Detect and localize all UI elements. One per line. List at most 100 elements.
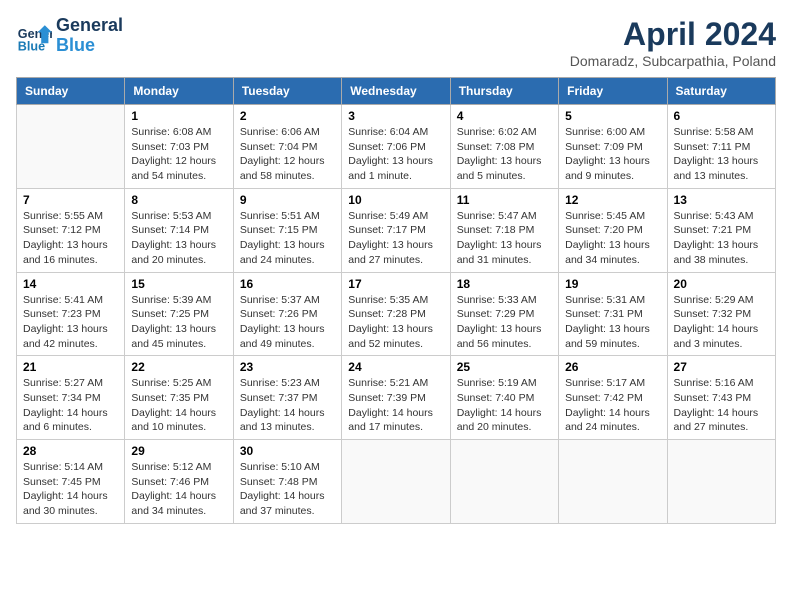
day-number: 13	[674, 193, 769, 207]
day-info: Sunrise: 6:08 AMSunset: 7:03 PMDaylight:…	[131, 125, 226, 184]
day-number: 2	[240, 109, 335, 123]
day-info: Sunrise: 5:19 AMSunset: 7:40 PMDaylight:…	[457, 376, 552, 435]
day-number: 10	[348, 193, 443, 207]
calendar-week-row: 21 Sunrise: 5:27 AMSunset: 7:34 PMDayligh…	[17, 356, 776, 440]
calendar-cell: 29 Sunrise: 5:12 AMSunset: 7:46 PMDayligh…	[125, 440, 233, 524]
day-info: Sunrise: 5:43 AMSunset: 7:21 PMDaylight:…	[674, 209, 769, 268]
calendar-cell: 18 Sunrise: 5:33 AMSunset: 7:29 PMDayligh…	[450, 272, 558, 356]
day-info: Sunrise: 6:04 AMSunset: 7:06 PMDaylight:…	[348, 125, 443, 184]
day-number: 30	[240, 444, 335, 458]
day-info: Sunrise: 5:58 AMSunset: 7:11 PMDaylight:…	[674, 125, 769, 184]
logo-text: General Blue	[56, 16, 123, 56]
svg-text:Blue: Blue	[18, 39, 45, 53]
calendar-cell: 26 Sunrise: 5:17 AMSunset: 7:42 PMDayligh…	[559, 356, 667, 440]
calendar-cell: 21 Sunrise: 5:27 AMSunset: 7:34 PMDayligh…	[17, 356, 125, 440]
day-info: Sunrise: 5:45 AMSunset: 7:20 PMDaylight:…	[565, 209, 660, 268]
page-header: General Blue General Blue April 2024 Dom…	[16, 16, 776, 69]
day-number: 4	[457, 109, 552, 123]
day-info: Sunrise: 6:02 AMSunset: 7:08 PMDaylight:…	[457, 125, 552, 184]
day-number: 9	[240, 193, 335, 207]
calendar-cell	[342, 440, 450, 524]
day-info: Sunrise: 5:37 AMSunset: 7:26 PMDaylight:…	[240, 293, 335, 352]
day-info: Sunrise: 5:55 AMSunset: 7:12 PMDaylight:…	[23, 209, 118, 268]
calendar-cell	[667, 440, 775, 524]
day-number: 26	[565, 360, 660, 374]
calendar-cell: 3 Sunrise: 6:04 AMSunset: 7:06 PMDaylight…	[342, 105, 450, 189]
weekday-header-tuesday: Tuesday	[233, 78, 341, 105]
logo: General Blue General Blue	[16, 16, 123, 56]
month-title: April 2024	[570, 16, 776, 53]
calendar-cell: 10Sunrise: 5:49 AMSunset: 7:17 PMDayligh…	[342, 188, 450, 272]
day-number: 21	[23, 360, 118, 374]
day-number: 28	[23, 444, 118, 458]
day-number: 20	[674, 277, 769, 291]
day-number: 27	[674, 360, 769, 374]
calendar-cell	[450, 440, 558, 524]
day-info: Sunrise: 5:33 AMSunset: 7:29 PMDaylight:…	[457, 293, 552, 352]
weekday-header-friday: Friday	[559, 78, 667, 105]
logo-icon: General Blue	[16, 18, 52, 54]
day-number: 29	[131, 444, 226, 458]
day-number: 16	[240, 277, 335, 291]
calendar-cell: 2 Sunrise: 6:06 AMSunset: 7:04 PMDaylight…	[233, 105, 341, 189]
day-number: 11	[457, 193, 552, 207]
calendar-cell: 4 Sunrise: 6:02 AMSunset: 7:08 PMDaylight…	[450, 105, 558, 189]
calendar-week-row: 7 Sunrise: 5:55 AMSunset: 7:12 PMDaylight…	[17, 188, 776, 272]
day-info: Sunrise: 6:06 AMSunset: 7:04 PMDaylight:…	[240, 125, 335, 184]
day-info: Sunrise: 5:16 AMSunset: 7:43 PMDaylight:…	[674, 376, 769, 435]
day-number: 19	[565, 277, 660, 291]
day-info: Sunrise: 5:31 AMSunset: 7:31 PMDaylight:…	[565, 293, 660, 352]
day-info: Sunrise: 5:12 AMSunset: 7:46 PMDaylight:…	[131, 460, 226, 519]
weekday-header-row: SundayMondayTuesdayWednesdayThursdayFrid…	[17, 78, 776, 105]
weekday-header-monday: Monday	[125, 78, 233, 105]
day-info: Sunrise: 5:53 AMSunset: 7:14 PMDaylight:…	[131, 209, 226, 268]
day-number: 7	[23, 193, 118, 207]
day-number: 18	[457, 277, 552, 291]
calendar-cell: 25Sunrise: 5:19 AMSunset: 7:40 PMDayligh…	[450, 356, 558, 440]
calendar-cell: 14Sunrise: 5:41 AMSunset: 7:23 PMDayligh…	[17, 272, 125, 356]
day-info: Sunrise: 5:35 AMSunset: 7:28 PMDaylight:…	[348, 293, 443, 352]
day-info: Sunrise: 5:47 AMSunset: 7:18 PMDaylight:…	[457, 209, 552, 268]
day-number: 17	[348, 277, 443, 291]
calendar-cell: 15 Sunrise: 5:39 AMSunset: 7:25 PMDayligh…	[125, 272, 233, 356]
calendar-cell: 30 Sunrise: 5:10 AMSunset: 7:48 PMDayligh…	[233, 440, 341, 524]
day-info: Sunrise: 5:51 AMSunset: 7:15 PMDaylight:…	[240, 209, 335, 268]
calendar-week-row: 1Sunrise: 6:08 AMSunset: 7:03 PMDaylight…	[17, 105, 776, 189]
calendar-cell	[559, 440, 667, 524]
calendar-cell: 23Sunrise: 5:23 AMSunset: 7:37 PMDayligh…	[233, 356, 341, 440]
calendar-table: SundayMondayTuesdayWednesdayThursdayFrid…	[16, 77, 776, 524]
calendar-cell	[17, 105, 125, 189]
day-info: Sunrise: 5:17 AMSunset: 7:42 PMDaylight:…	[565, 376, 660, 435]
day-number: 12	[565, 193, 660, 207]
day-info: Sunrise: 6:00 AMSunset: 7:09 PMDaylight:…	[565, 125, 660, 184]
day-info: Sunrise: 5:21 AMSunset: 7:39 PMDaylight:…	[348, 376, 443, 435]
calendar-cell: 19 Sunrise: 5:31 AMSunset: 7:31 PMDayligh…	[559, 272, 667, 356]
day-number: 22	[131, 360, 226, 374]
weekday-header-saturday: Saturday	[667, 78, 775, 105]
day-info: Sunrise: 5:25 AMSunset: 7:35 PMDaylight:…	[131, 376, 226, 435]
calendar-cell: 20Sunrise: 5:29 AMSunset: 7:32 PMDayligh…	[667, 272, 775, 356]
calendar-cell: 6 Sunrise: 5:58 AMSunset: 7:11 PMDaylight…	[667, 105, 775, 189]
calendar-cell: 1Sunrise: 6:08 AMSunset: 7:03 PMDaylight…	[125, 105, 233, 189]
weekday-header-sunday: Sunday	[17, 78, 125, 105]
calendar-cell: 22 Sunrise: 5:25 AMSunset: 7:35 PMDayligh…	[125, 356, 233, 440]
calendar-cell: 11 Sunrise: 5:47 AMSunset: 7:18 PMDayligh…	[450, 188, 558, 272]
day-number: 24	[348, 360, 443, 374]
calendar-week-row: 14Sunrise: 5:41 AMSunset: 7:23 PMDayligh…	[17, 272, 776, 356]
day-number: 15	[131, 277, 226, 291]
weekday-header-wednesday: Wednesday	[342, 78, 450, 105]
calendar-cell: 9 Sunrise: 5:51 AMSunset: 7:15 PMDaylight…	[233, 188, 341, 272]
day-number: 3	[348, 109, 443, 123]
day-info: Sunrise: 5:27 AMSunset: 7:34 PMDaylight:…	[23, 376, 118, 435]
calendar-cell: 7 Sunrise: 5:55 AMSunset: 7:12 PMDaylight…	[17, 188, 125, 272]
day-info: Sunrise: 5:10 AMSunset: 7:48 PMDaylight:…	[240, 460, 335, 519]
calendar-cell: 28 Sunrise: 5:14 AMSunset: 7:45 PMDayligh…	[17, 440, 125, 524]
day-number: 6	[674, 109, 769, 123]
location-subtitle: Domaradz, Subcarpathia, Poland	[570, 53, 776, 69]
day-number: 5	[565, 109, 660, 123]
calendar-cell: 5 Sunrise: 6:00 AMSunset: 7:09 PMDaylight…	[559, 105, 667, 189]
title-block: April 2024 Domaradz, Subcarpathia, Polan…	[570, 16, 776, 69]
day-number: 8	[131, 193, 226, 207]
day-info: Sunrise: 5:39 AMSunset: 7:25 PMDaylight:…	[131, 293, 226, 352]
day-info: Sunrise: 5:14 AMSunset: 7:45 PMDaylight:…	[23, 460, 118, 519]
